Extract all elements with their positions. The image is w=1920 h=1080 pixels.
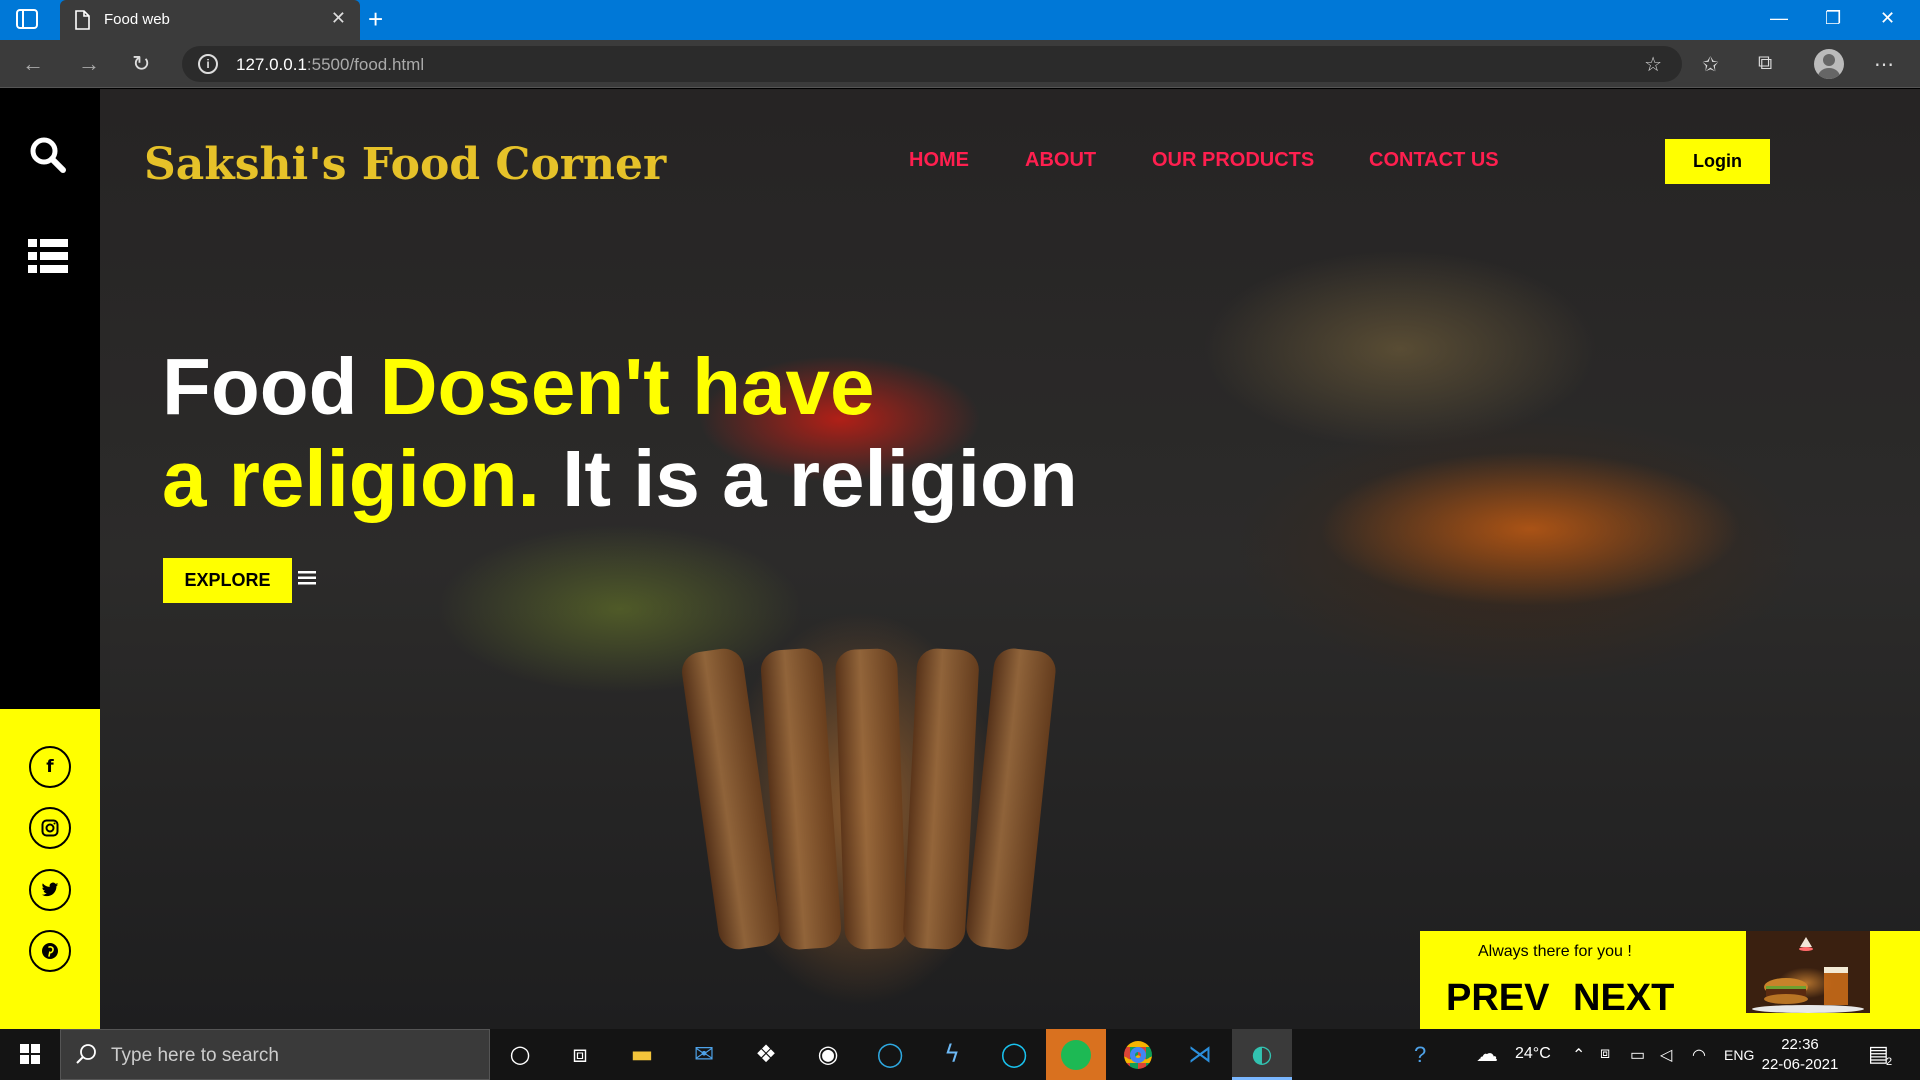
clock-date: 22-06-2021 <box>1761 1056 1839 1073</box>
hero-background-image <box>100 89 1920 1029</box>
taskbar-search-input[interactable]: Type here to search <box>60 1029 490 1080</box>
more-menu-icon[interactable]: ⋯ <box>1874 52 1894 77</box>
left-sidebar <box>0 89 100 709</box>
headline-line-1: Food Dosen't have <box>162 341 1078 433</box>
forward-icon[interactable]: → <box>78 51 100 77</box>
refresh-icon[interactable]: ↻ <box>132 51 150 77</box>
nav-about[interactable]: ABOUT <box>1025 149 1096 172</box>
profile-avatar[interactable] <box>1814 49 1844 79</box>
hamburger-icon[interactable] <box>298 570 316 591</box>
prev-button[interactable]: PREV <box>1446 977 1549 1020</box>
cortana-icon[interactable]: ○ <box>490 1029 550 1080</box>
url-path: :5500/food.html <box>306 55 425 74</box>
site-info-icon[interactable]: i <box>198 54 218 74</box>
lightning-app-icon[interactable]: ϟ <box>922 1029 982 1080</box>
meet-now-icon[interactable]: ⧈ <box>1600 1045 1610 1063</box>
nav-home[interactable]: HOME <box>909 149 969 172</box>
address-bar[interactable]: i 127.0.0.1:5500/food.html ☆ <box>182 46 1682 82</box>
vscode-icon[interactable]: ⋊ <box>1170 1029 1230 1080</box>
clock-time: 22:36 <box>1781 1036 1819 1053</box>
explore-button[interactable]: EXPLORE <box>163 558 292 603</box>
headline-highlight: Dosen't have <box>379 342 875 431</box>
facebook-icon[interactable]: f <box>29 746 71 788</box>
social-links-panel: f <box>0 709 100 1029</box>
add-favorite-icon[interactable]: ☆ <box>1644 52 1662 77</box>
language-indicator[interactable]: ENG <box>1724 1047 1754 1063</box>
list-menu-icon[interactable] <box>28 239 68 278</box>
cinnamon-stick <box>964 646 1058 952</box>
nav-contact-us[interactable]: CONTACT US <box>1369 149 1499 172</box>
browser-titlebar: Food web ✕ + — ❐ ✕ <box>0 0 1920 40</box>
wifi-icon[interactable]: ◠ <box>1692 1045 1706 1065</box>
close-tab-icon[interactable]: ✕ <box>331 8 346 29</box>
weather-temp[interactable]: 24°C <box>1515 1045 1551 1063</box>
site-brand[interactable]: Sakshi's Food Corner <box>144 139 666 190</box>
battery-icon[interactable]: ▭ <box>1630 1045 1645 1065</box>
url-text: 127.0.0.1:5500/food.html <box>236 55 424 75</box>
spotify-icon[interactable] <box>1046 1029 1106 1080</box>
cinnamon-stick <box>834 648 908 950</box>
headline-text: Food <box>162 342 380 431</box>
search-icon[interactable] <box>29 136 67 179</box>
url-host: 127.0.0.1 <box>236 55 307 74</box>
burger-photo <box>1746 931 1870 1013</box>
search-placeholder: Type here to search <box>111 1045 279 1066</box>
volume-icon[interactable]: ◁ <box>1660 1045 1672 1065</box>
notification-count: 2 <box>1886 1056 1893 1068</box>
instagram-icon[interactable] <box>29 807 71 849</box>
minimize-button[interactable]: — <box>1770 8 1788 29</box>
promo-card: Always there for you ! PREV NEXT <box>1420 931 1920 1029</box>
search-icon <box>75 1043 97 1070</box>
login-button[interactable]: Login <box>1665 139 1770 184</box>
nav-our-products[interactable]: OUR PRODUCTS <box>1152 149 1314 172</box>
steam-icon[interactable]: ◉ <box>798 1029 858 1080</box>
twitter-icon[interactable] <box>29 869 71 911</box>
chrome-icon[interactable] <box>1108 1029 1168 1080</box>
tab-title: Food web <box>104 11 170 28</box>
browser-toolbar: ← → ↻ i 127.0.0.1:5500/food.html ☆ ✩ ⧉ ⋯ <box>0 40 1920 88</box>
tab-actions-icon[interactable] <box>16 9 40 31</box>
help-icon[interactable]: ? <box>1414 1042 1426 1068</box>
alexa-icon[interactable]: ◯ <box>984 1029 1044 1080</box>
promo-tagline: Always there for you ! <box>1478 943 1632 960</box>
dropbox-icon[interactable]: ❖ <box>736 1029 796 1080</box>
mail-icon[interactable]: ✉ <box>674 1029 734 1080</box>
windows-taskbar: Type here to search ○ ⧈ ▬ ✉ ❖ ◉ ◯ ϟ ◯ ⋊ … <box>0 1029 1920 1080</box>
weather-icon[interactable]: ☁ <box>1476 1041 1498 1067</box>
file-explorer-icon[interactable]: ▬ <box>612 1029 672 1080</box>
restore-button[interactable]: ❐ <box>1825 8 1841 29</box>
windows-start-icon[interactable] <box>20 1044 40 1069</box>
task-view-icon[interactable]: ⧈ <box>550 1029 610 1080</box>
new-tab-button[interactable]: + <box>368 4 383 35</box>
taskbar-clock[interactable]: 22:36 22-06-2021 <box>1760 1035 1840 1075</box>
browser-tab[interactable]: Food web ✕ <box>60 0 360 40</box>
back-icon[interactable]: ← <box>22 51 44 77</box>
favorites-icon[interactable]: ✩ <box>1702 52 1719 77</box>
web-page: f Sakshi's Food Corner HOME ABOUT OUR PR… <box>0 89 1920 1029</box>
document-icon <box>74 10 90 35</box>
show-hidden-icons[interactable]: ⌃ <box>1572 1045 1585 1065</box>
pinterest-icon[interactable] <box>29 930 71 972</box>
hero-headline: Food Dosen't have a religion. It is a re… <box>162 341 1078 525</box>
edge-icon[interactable]: ◐ <box>1232 1029 1292 1080</box>
headline-highlight: a religion. <box>162 434 540 523</box>
close-window-button[interactable]: ✕ <box>1880 8 1895 29</box>
next-button[interactable]: NEXT <box>1573 977 1674 1020</box>
cortana-app-icon[interactable]: ◯ <box>860 1029 920 1080</box>
collections-icon[interactable]: ⧉ <box>1758 52 1772 75</box>
headline-line-2: a religion. It is a religion <box>162 433 1078 525</box>
headline-text: It is a religion <box>539 434 1078 523</box>
